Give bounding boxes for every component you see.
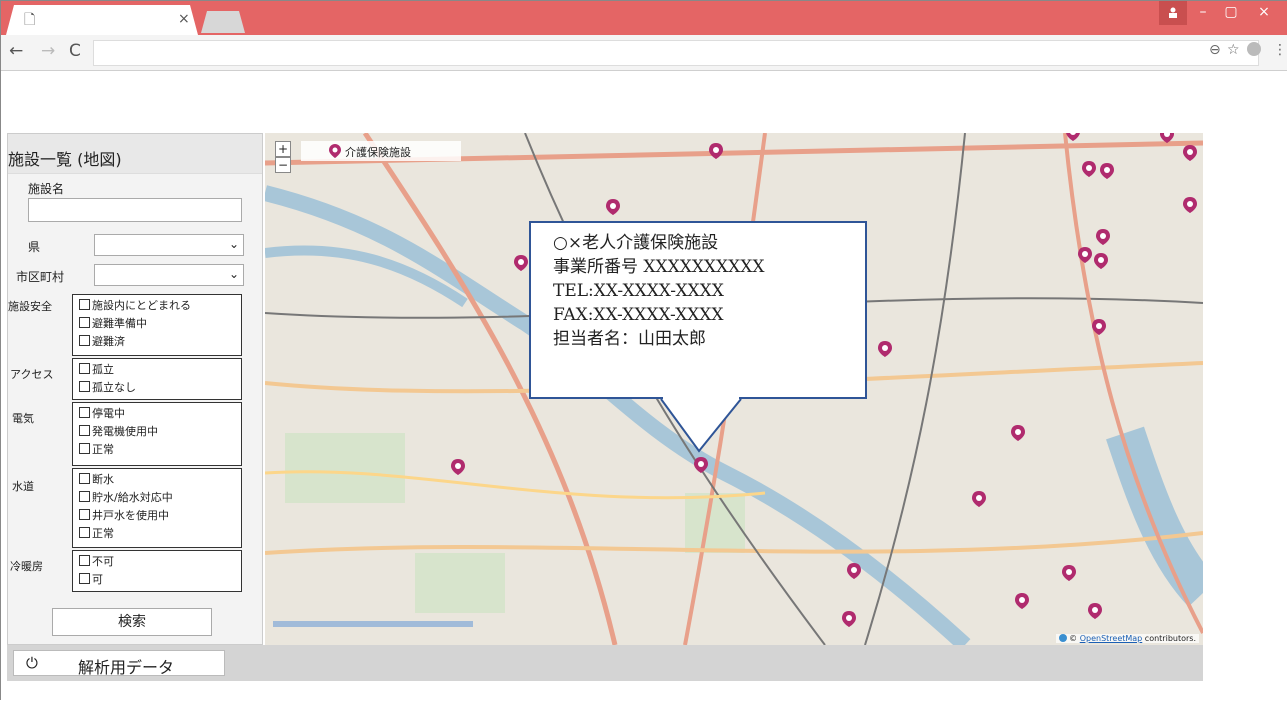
popup-facility-name: ○×老人介護保険施設 bbox=[553, 233, 719, 253]
close-window-button[interactable]: × bbox=[1247, 1, 1281, 25]
checkbox-item[interactable]: 可 bbox=[79, 571, 103, 587]
checkbox-item[interactable]: 避難済 bbox=[79, 333, 125, 349]
water-label: 水道 bbox=[12, 480, 34, 493]
zoom-in-button[interactable]: + bbox=[275, 141, 291, 157]
address-bar[interactable] bbox=[93, 40, 1259, 66]
checkbox-item[interactable]: 孤立なし bbox=[79, 379, 136, 395]
browser-toolbar: ← → C ⊖ ☆ ⋮ bbox=[1, 35, 1287, 71]
zoom-out-button[interactable]: − bbox=[275, 157, 291, 173]
electricity-group: 停電中 発電機使用中 正常 bbox=[72, 402, 242, 466]
checkbox-item[interactable]: 正常 bbox=[79, 441, 114, 457]
bookmark-star-icon[interactable]: ☆ bbox=[1227, 42, 1240, 58]
analysis-data-label: 解析用データ bbox=[78, 658, 175, 677]
prefecture-select[interactable]: ⌄ bbox=[94, 234, 244, 256]
browser-window: 🗋 × – ▢ × ← → C ⊖ ☆ ⋮ 施設一覧 (地図) 施設名 県 ⌄ … bbox=[0, 0, 1287, 701]
sidebar-title: 施設一覧 (地図) bbox=[8, 134, 262, 174]
checkbox-item[interactable]: 貯水/給水対応中 bbox=[79, 489, 173, 505]
access-group: 孤立 孤立なし bbox=[72, 358, 242, 400]
document-icon: 🗋 bbox=[24, 12, 36, 28]
map-legend: 介護保険施設 bbox=[301, 141, 461, 161]
title-bar: 🗋 × – ▢ × bbox=[1, 1, 1287, 35]
checkbox-item[interactable]: 不可 bbox=[79, 553, 114, 569]
back-button[interactable]: ← bbox=[9, 41, 23, 61]
bottom-bar: ⏻ 解析用データ bbox=[7, 645, 1203, 681]
checkbox-item[interactable]: 施設内にとどまれる bbox=[79, 297, 191, 313]
search-button[interactable]: 検索 bbox=[52, 608, 212, 636]
popup-tel: TEL:XX-XXXX-XXXX bbox=[553, 281, 724, 301]
user-icon[interactable] bbox=[1159, 1, 1187, 25]
facility-name-input[interactable] bbox=[28, 198, 242, 222]
checkbox-item[interactable]: 正常 bbox=[79, 525, 114, 541]
extension-icon[interactable] bbox=[1247, 42, 1261, 56]
facility-safety-group: 施設内にとどまれる 避難準備中 避難済 bbox=[72, 294, 242, 356]
facility-name-label: 施設名 bbox=[28, 182, 65, 196]
checkbox-item[interactable]: 断水 bbox=[79, 471, 114, 487]
leaflet-icon bbox=[1058, 634, 1067, 642]
menu-icon[interactable]: ⋮ bbox=[1273, 42, 1287, 58]
air-conditioning-group: 不可 可 bbox=[72, 550, 242, 592]
search-sidebar: 施設一覧 (地図) 施設名 県 ⌄ 市区町村 ⌄ 施設安全 施設内にとどまれる … bbox=[7, 133, 263, 645]
reload-button[interactable]: C bbox=[69, 41, 81, 61]
legend-label: 介護保険施設 bbox=[345, 146, 411, 159]
analysis-data-tab[interactable]: ⏻ 解析用データ bbox=[13, 650, 225, 677]
facility-popup: ○×老人介護保険施設 事業所番号 XXXXXXXXXX TEL:XX-XXXX-… bbox=[529, 221, 867, 399]
checkbox-item[interactable]: 避難準備中 bbox=[79, 315, 147, 331]
city-label: 市区町村 bbox=[16, 270, 65, 284]
prefecture-label: 県 bbox=[28, 240, 41, 254]
water-group: 断水 貯水/給水対応中 井戸水を使用中 正常 bbox=[72, 468, 242, 548]
checkbox-item[interactable]: 発電機使用中 bbox=[79, 423, 158, 439]
popup-fax: FAX:XX-XXXX-XXXX bbox=[553, 305, 724, 325]
checkbox-item[interactable]: 停電中 bbox=[79, 405, 125, 421]
popup-office-number: 事業所番号 XXXXXXXXXX bbox=[553, 257, 765, 277]
facility-safety-label: 施設安全 bbox=[8, 300, 52, 313]
facility-map[interactable]: + − 介護保険施設 ○×老人介護保険施設 事業所番号 XXXXXXXXXX T… bbox=[265, 133, 1203, 645]
chevron-down-icon: ⌄ bbox=[228, 267, 239, 281]
page-content: 施設一覧 (地図) 施設名 県 ⌄ 市区町村 ⌄ 施設安全 施設内にとどまれる … bbox=[1, 71, 1287, 701]
access-label: アクセス bbox=[10, 368, 54, 381]
minimize-button[interactable]: – bbox=[1189, 1, 1217, 25]
forward-button[interactable]: → bbox=[41, 41, 55, 61]
tab-close-button[interactable]: × bbox=[178, 11, 190, 27]
city-select[interactable]: ⌄ bbox=[94, 264, 244, 286]
checkbox-item[interactable]: 井戸水を使用中 bbox=[79, 507, 169, 523]
popup-contact-person: 担当者名：山田太郎 bbox=[553, 329, 706, 349]
map-pin-icon bbox=[329, 144, 341, 158]
map-attribution: © OpenStreetMap contributors. bbox=[1055, 634, 1199, 643]
chevron-down-icon: ⌄ bbox=[228, 237, 239, 251]
osm-link[interactable]: OpenStreetMap bbox=[1080, 634, 1143, 643]
browser-tab[interactable]: 🗋 × bbox=[6, 5, 198, 35]
new-tab-button[interactable] bbox=[201, 11, 245, 33]
restore-button[interactable]: ▢ bbox=[1217, 1, 1245, 25]
electricity-label: 電気 bbox=[12, 412, 34, 425]
zoom-icon[interactable]: ⊖ bbox=[1209, 42, 1221, 58]
checkbox-item[interactable]: 孤立 bbox=[79, 361, 114, 377]
power-icon: ⏻ bbox=[26, 654, 38, 672]
air-conditioning-label: 冷暖房 bbox=[10, 560, 43, 573]
